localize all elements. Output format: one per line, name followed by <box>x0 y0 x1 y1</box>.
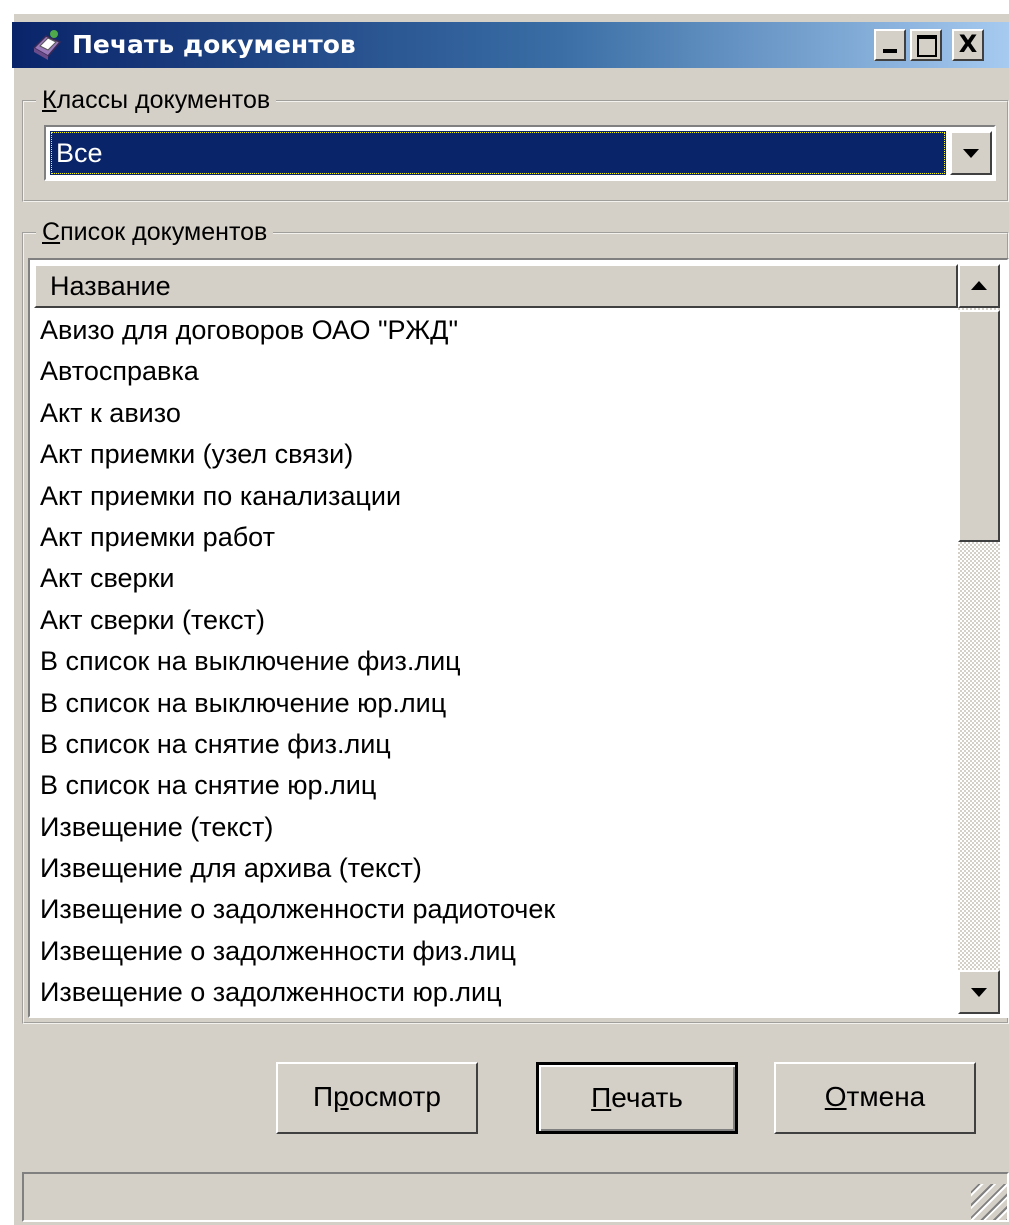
list-item[interactable]: Акт сверки <box>40 558 956 599</box>
window-title: Печать документов <box>72 30 356 59</box>
list-item[interactable]: Извещение о задолженности юр.лиц <box>40 972 956 1013</box>
list-item[interactable]: Акт сверки (текст) <box>40 600 956 641</box>
printer-document-icon <box>32 30 62 60</box>
list-item[interactable]: Автосправка <box>40 351 956 392</box>
close-button[interactable]: X <box>952 29 984 61</box>
combobox-dropdown-button[interactable] <box>950 131 992 175</box>
list-item[interactable]: В список на выключение физ.лиц <box>40 641 956 682</box>
list-item[interactable]: Акт приемки работ <box>40 517 956 558</box>
close-icon: X <box>958 30 978 58</box>
scroll-thumb[interactable] <box>958 310 1000 542</box>
list-item[interactable]: Извещение для архива (текст) <box>40 848 956 889</box>
list-item[interactable]: Извещение о задолженности физ.лиц <box>40 931 956 972</box>
list-item[interactable]: Акт приемки по канализации <box>40 476 956 517</box>
list-item[interactable]: В список на выключение юр.лиц <box>40 683 956 724</box>
chevron-down-icon <box>963 149 979 158</box>
document-list-scrollbar[interactable] <box>958 264 1000 1014</box>
list-item[interactable]: В список на снятие юр.лиц <box>40 765 956 806</box>
scroll-up-button[interactable] <box>958 264 1000 308</box>
document-list-rows: Авизо для договоров ОАО "РЖД" Автосправк… <box>40 310 956 1016</box>
status-bar <box>22 1172 1009 1222</box>
maximize-button[interactable] <box>910 29 942 61</box>
document-list[interactable]: Название Авизо для договоров ОАО "РЖД" А… <box>28 258 1009 1018</box>
list-item[interactable]: В список на снятие физ.лиц <box>40 724 956 765</box>
minimize-icon <box>883 49 897 53</box>
column-header-name[interactable]: Название <box>34 264 958 308</box>
print-button[interactable]: Печать <box>536 1062 738 1134</box>
list-item[interactable]: Извещение о задолженности радиоточек <box>40 889 956 930</box>
minimize-button[interactable] <box>874 29 906 61</box>
scroll-down-button[interactable] <box>958 970 1000 1014</box>
document-class-selected-value[interactable]: Все <box>50 131 946 175</box>
preview-button[interactable]: Просмотр <box>276 1062 478 1134</box>
size-grip-icon[interactable] <box>971 1184 1007 1220</box>
arrow-down-icon <box>971 988 987 997</box>
title-bar[interactable]: Печать документов X <box>12 22 1009 68</box>
maximize-icon <box>917 35 937 57</box>
list-item[interactable]: Акт к авизо <box>40 393 956 434</box>
document-class-combobox[interactable]: Все <box>44 125 996 181</box>
list-item[interactable]: Акт приемки (узел связи) <box>40 434 956 475</box>
document-list-label: Список документов <box>36 218 274 246</box>
list-item[interactable]: Извещение (текст) <box>40 807 956 848</box>
document-classes-label: Классы документов <box>36 86 277 114</box>
list-item[interactable]: Авизо для договоров ОАО "РЖД" <box>40 310 956 351</box>
arrow-up-icon <box>971 281 987 290</box>
cancel-button[interactable]: Отмена <box>774 1062 976 1134</box>
